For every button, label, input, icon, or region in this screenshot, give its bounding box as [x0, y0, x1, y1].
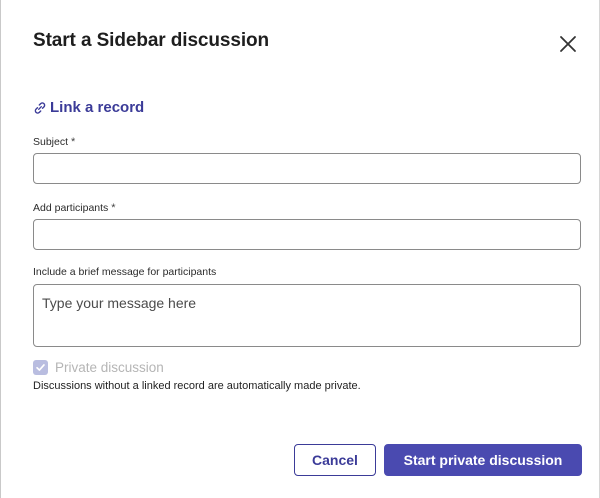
subject-label-text: Subject: [33, 136, 69, 148]
dialog-title: Start a Sidebar discussion: [33, 30, 270, 51]
cancel-button[interactable]: Cancel: [294, 444, 376, 476]
required-mark: *: [111, 202, 116, 214]
message-textarea[interactable]: [33, 284, 581, 347]
link-record-link[interactable]: Link a record: [33, 99, 144, 116]
subject-input[interactable]: [33, 153, 581, 184]
link-record-label: Link a record: [50, 99, 145, 116]
private-discussion-checkbox[interactable]: Private discussion: [33, 360, 164, 375]
participants-input[interactable]: [33, 219, 581, 250]
link-icon: [34, 101, 46, 114]
private-discussion-label: Private discussion: [55, 360, 164, 375]
checkbox-box[interactable]: [33, 360, 48, 375]
close-button[interactable]: [557, 33, 579, 55]
start-private-discussion-button[interactable]: Start private discussion: [384, 444, 582, 476]
message-label: Include a brief message for participants: [33, 266, 217, 278]
participants-label: Add participants *: [33, 202, 116, 214]
required-mark: *: [71, 136, 76, 148]
subject-label: Subject *: [33, 136, 75, 148]
close-icon: [560, 36, 576, 52]
private-helper-text: Discussions without a linked record are …: [33, 380, 361, 392]
check-icon: [36, 364, 45, 371]
participants-label-text: Add participants: [33, 202, 109, 214]
sidebar-discussion-dialog: Start a Sidebar discussion Link a record…: [0, 0, 600, 498]
